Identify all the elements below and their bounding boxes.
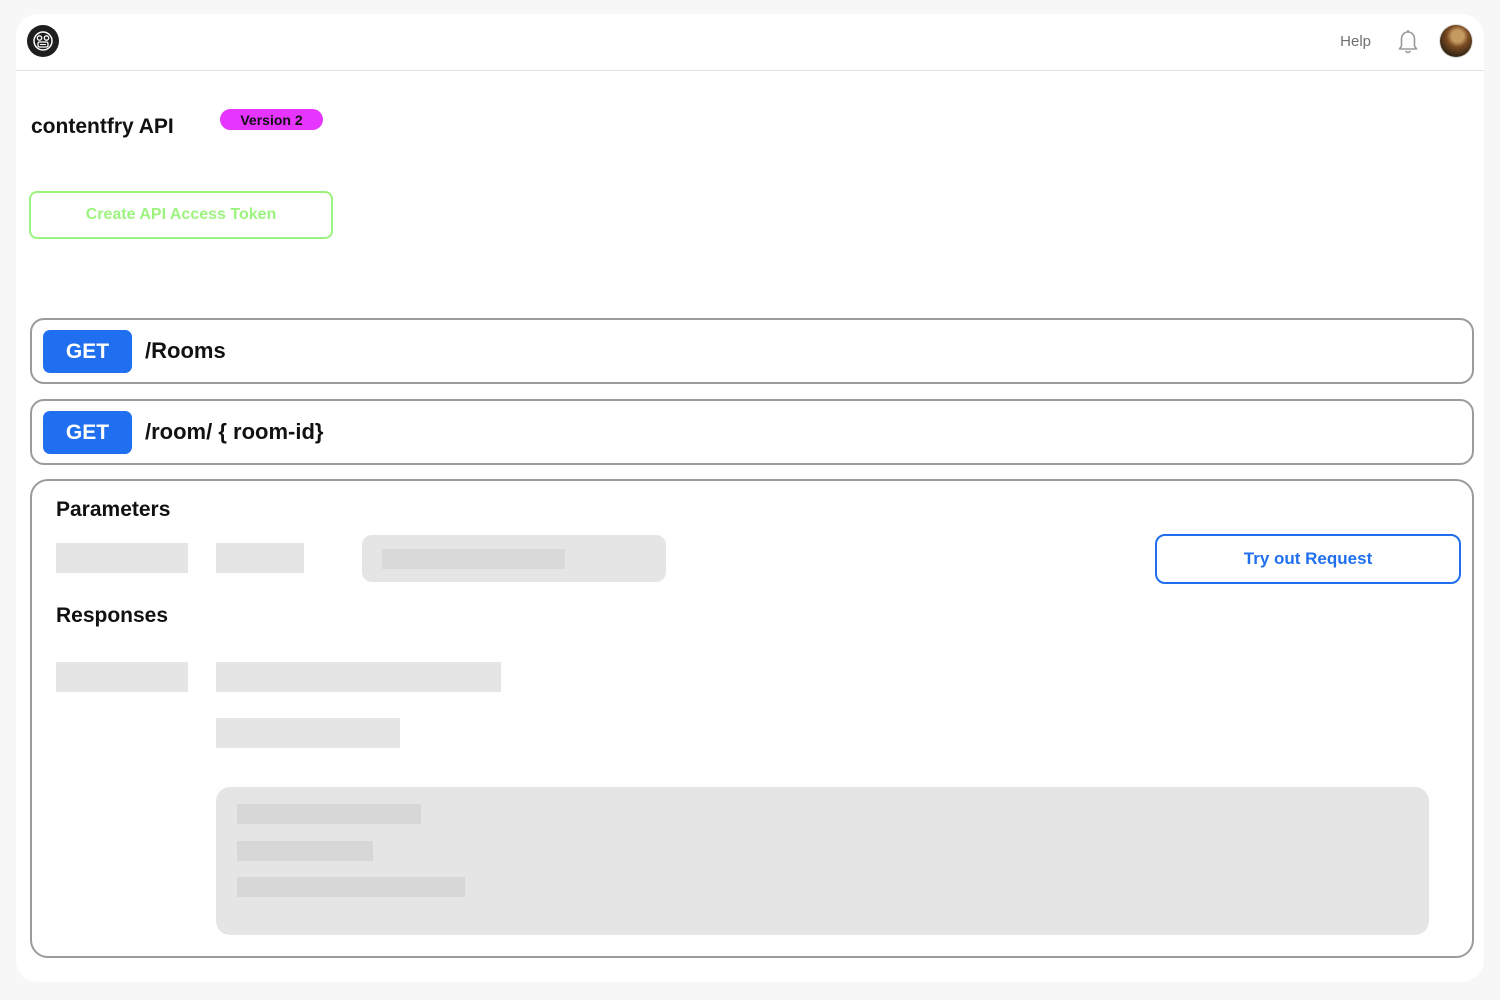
endpoint-path: /room/ { room-id}	[145, 419, 324, 444]
method-badge: GET	[43, 411, 132, 454]
response-description-placeholder	[216, 662, 501, 692]
response-type-placeholder	[216, 718, 400, 748]
robot-logo-icon[interactable]	[27, 25, 59, 57]
help-link[interactable]: Help	[1340, 33, 1371, 50]
parameter-name-placeholder	[56, 543, 188, 573]
response-body-line	[237, 877, 465, 897]
response-body-block	[216, 787, 1429, 935]
endpoint-path: /Rooms	[145, 338, 226, 363]
bell-icon[interactable]	[1396, 29, 1420, 55]
endpoint-details-panel: Parameters Try out Request Responses	[30, 479, 1474, 958]
response-body-line	[237, 841, 373, 861]
endpoint-row-rooms[interactable]: GET /Rooms	[30, 318, 1474, 384]
parameter-value-input[interactable]	[362, 535, 666, 582]
parameter-value-placeholder	[382, 549, 565, 569]
response-code-placeholder	[56, 662, 188, 692]
parameter-type-placeholder	[216, 543, 304, 573]
method-badge: GET	[43, 330, 132, 373]
try-out-request-button[interactable]: Try out Request	[1155, 534, 1461, 584]
response-body-line	[237, 804, 421, 824]
parameters-heading: Parameters	[56, 498, 171, 521]
endpoint-row-room-id[interactable]: GET /room/ { room-id}	[30, 399, 1474, 465]
user-avatar[interactable]	[1440, 25, 1472, 57]
responses-heading: Responses	[56, 604, 169, 627]
page-title: contentfry API	[31, 115, 174, 138]
top-bar: Help	[16, 14, 1484, 71]
app-window: Help contentfry API Version 2 Create API…	[16, 14, 1484, 982]
version-badge: Version 2	[220, 109, 323, 130]
create-token-button[interactable]: Create API Access Token	[29, 191, 333, 239]
